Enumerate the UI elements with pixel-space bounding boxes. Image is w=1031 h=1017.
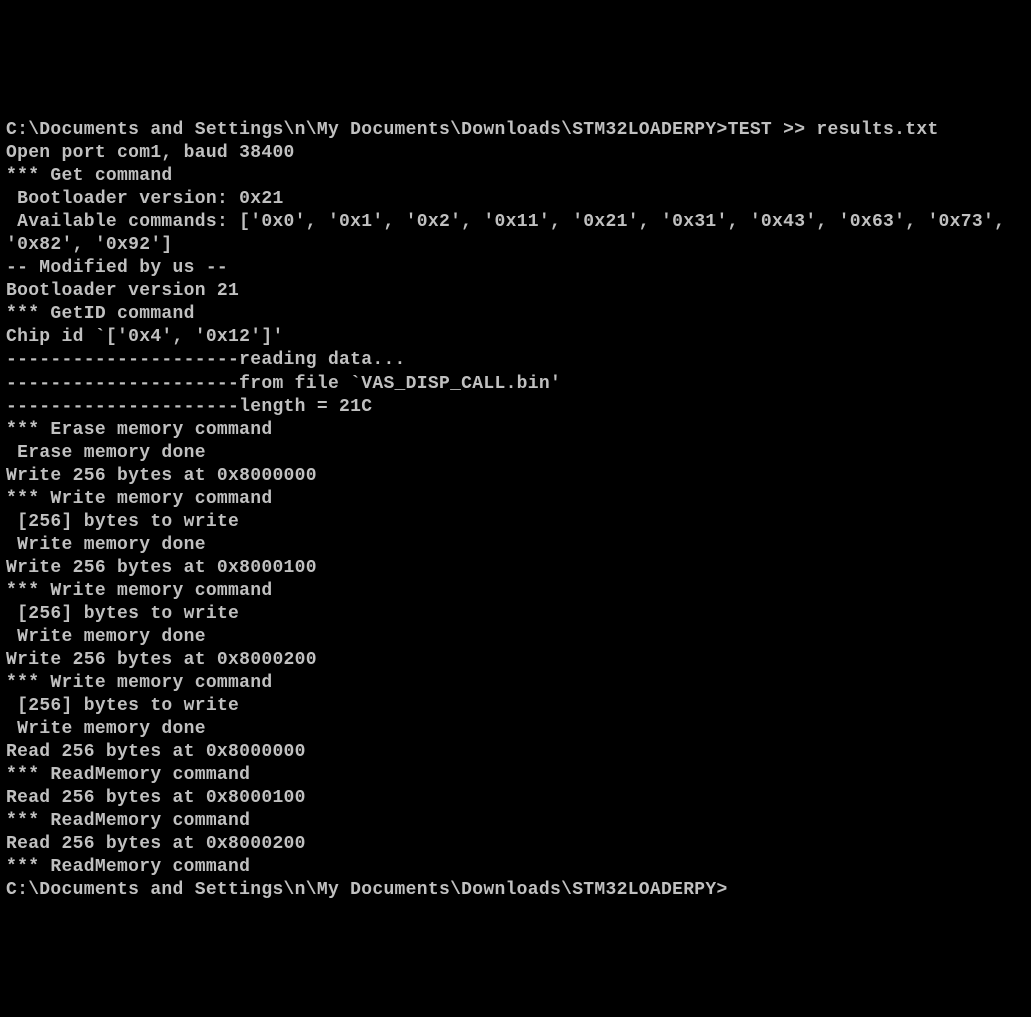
- output-line: [256] bytes to write: [6, 511, 1025, 534]
- cursor-icon: [728, 889, 739, 894]
- output-line: Write 256 bytes at 0x8000200: [6, 649, 1025, 672]
- output-line: [256] bytes to write: [6, 603, 1025, 626]
- prompt-text: C:\Documents and Settings\n\My Documents…: [6, 880, 728, 900]
- output-line: Write 256 bytes at 0x8000100: [6, 557, 1025, 580]
- output-line: Bootloader version 21: [6, 280, 1025, 303]
- output-line: Chip id `['0x4', '0x12']': [6, 326, 1025, 349]
- blank-top-line: [6, 96, 1025, 119]
- output-line: Erase memory done: [6, 442, 1025, 465]
- output-line: *** Write memory command: [6, 580, 1025, 603]
- output-line: [256] bytes to write: [6, 695, 1025, 718]
- output-line: *** Write memory command: [6, 488, 1025, 511]
- output-line: *** Write memory command: [6, 672, 1025, 695]
- output-line: Available commands: ['0x0', '0x1', '0x2'…: [6, 211, 1025, 257]
- output-line: Write 256 bytes at 0x8000000: [6, 465, 1025, 488]
- output-line: ---------------------length = 21C: [6, 396, 1025, 419]
- output-line: *** ReadMemory command: [6, 810, 1025, 833]
- output-line: *** Erase memory command: [6, 419, 1025, 442]
- output-line: Read 256 bytes at 0x8000100: [6, 787, 1025, 810]
- terminal-window[interactable]: C:\Documents and Settings\n\My Documents…: [6, 96, 1025, 902]
- command-prompt-line: C:\Documents and Settings\n\My Documents…: [6, 119, 1025, 142]
- output-line: *** Get command: [6, 165, 1025, 188]
- output-line: ---------------------from file `VAS_DISP…: [6, 373, 1025, 396]
- output-line: Bootloader version: 0x21: [6, 188, 1025, 211]
- output-line: *** GetID command: [6, 303, 1025, 326]
- output-line: Read 256 bytes at 0x8000200: [6, 833, 1025, 856]
- output-line: *** ReadMemory command: [6, 764, 1025, 787]
- output-line: Write memory done: [6, 534, 1025, 557]
- final-command-prompt[interactable]: C:\Documents and Settings\n\My Documents…: [6, 879, 1025, 902]
- output-line: Read 256 bytes at 0x8000000: [6, 741, 1025, 764]
- output-line: Write memory done: [6, 718, 1025, 741]
- output-line: *** ReadMemory command: [6, 856, 1025, 879]
- output-line: ---------------------reading data...: [6, 349, 1025, 372]
- output-line: -- Modified by us --: [6, 257, 1025, 280]
- output-line: Open port com1, baud 38400: [6, 142, 1025, 165]
- output-line: Write memory done: [6, 626, 1025, 649]
